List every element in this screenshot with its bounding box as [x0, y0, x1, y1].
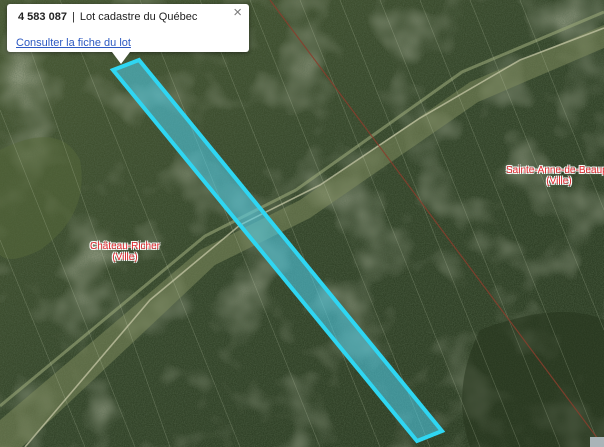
lot-type: Lot cadastre du Québec	[79, 11, 198, 23]
close-icon[interactable]: ×	[233, 5, 242, 21]
map-corner-edge	[590, 437, 604, 447]
place-label-sainte-anne-de-beaupre: Sainte-Anne-de-Beaupré (Ville)	[506, 165, 604, 187]
popup-header: 4 583 087 | Lot cadastre du Québec	[18, 11, 197, 23]
place-label-chateau-richer: Château-Richer (Ville)	[80, 241, 170, 263]
place-name: Château-Richer	[89, 241, 161, 252]
place-type: (Ville)	[112, 252, 138, 263]
place-name: Sainte-Anne-de-Beaupré	[506, 165, 604, 176]
popup-pointer	[112, 52, 130, 64]
satellite-map[interactable]	[0, 0, 604, 447]
view-lot-sheet-link[interactable]: Consulter la fiche du lot	[16, 37, 131, 49]
lot-number: 4 583 087	[18, 11, 67, 23]
header-separator: |	[72, 11, 75, 23]
place-type: (Ville)	[546, 176, 572, 187]
lot-info-popup: 4 583 087 | Lot cadastre du Québec × Con…	[7, 4, 249, 52]
